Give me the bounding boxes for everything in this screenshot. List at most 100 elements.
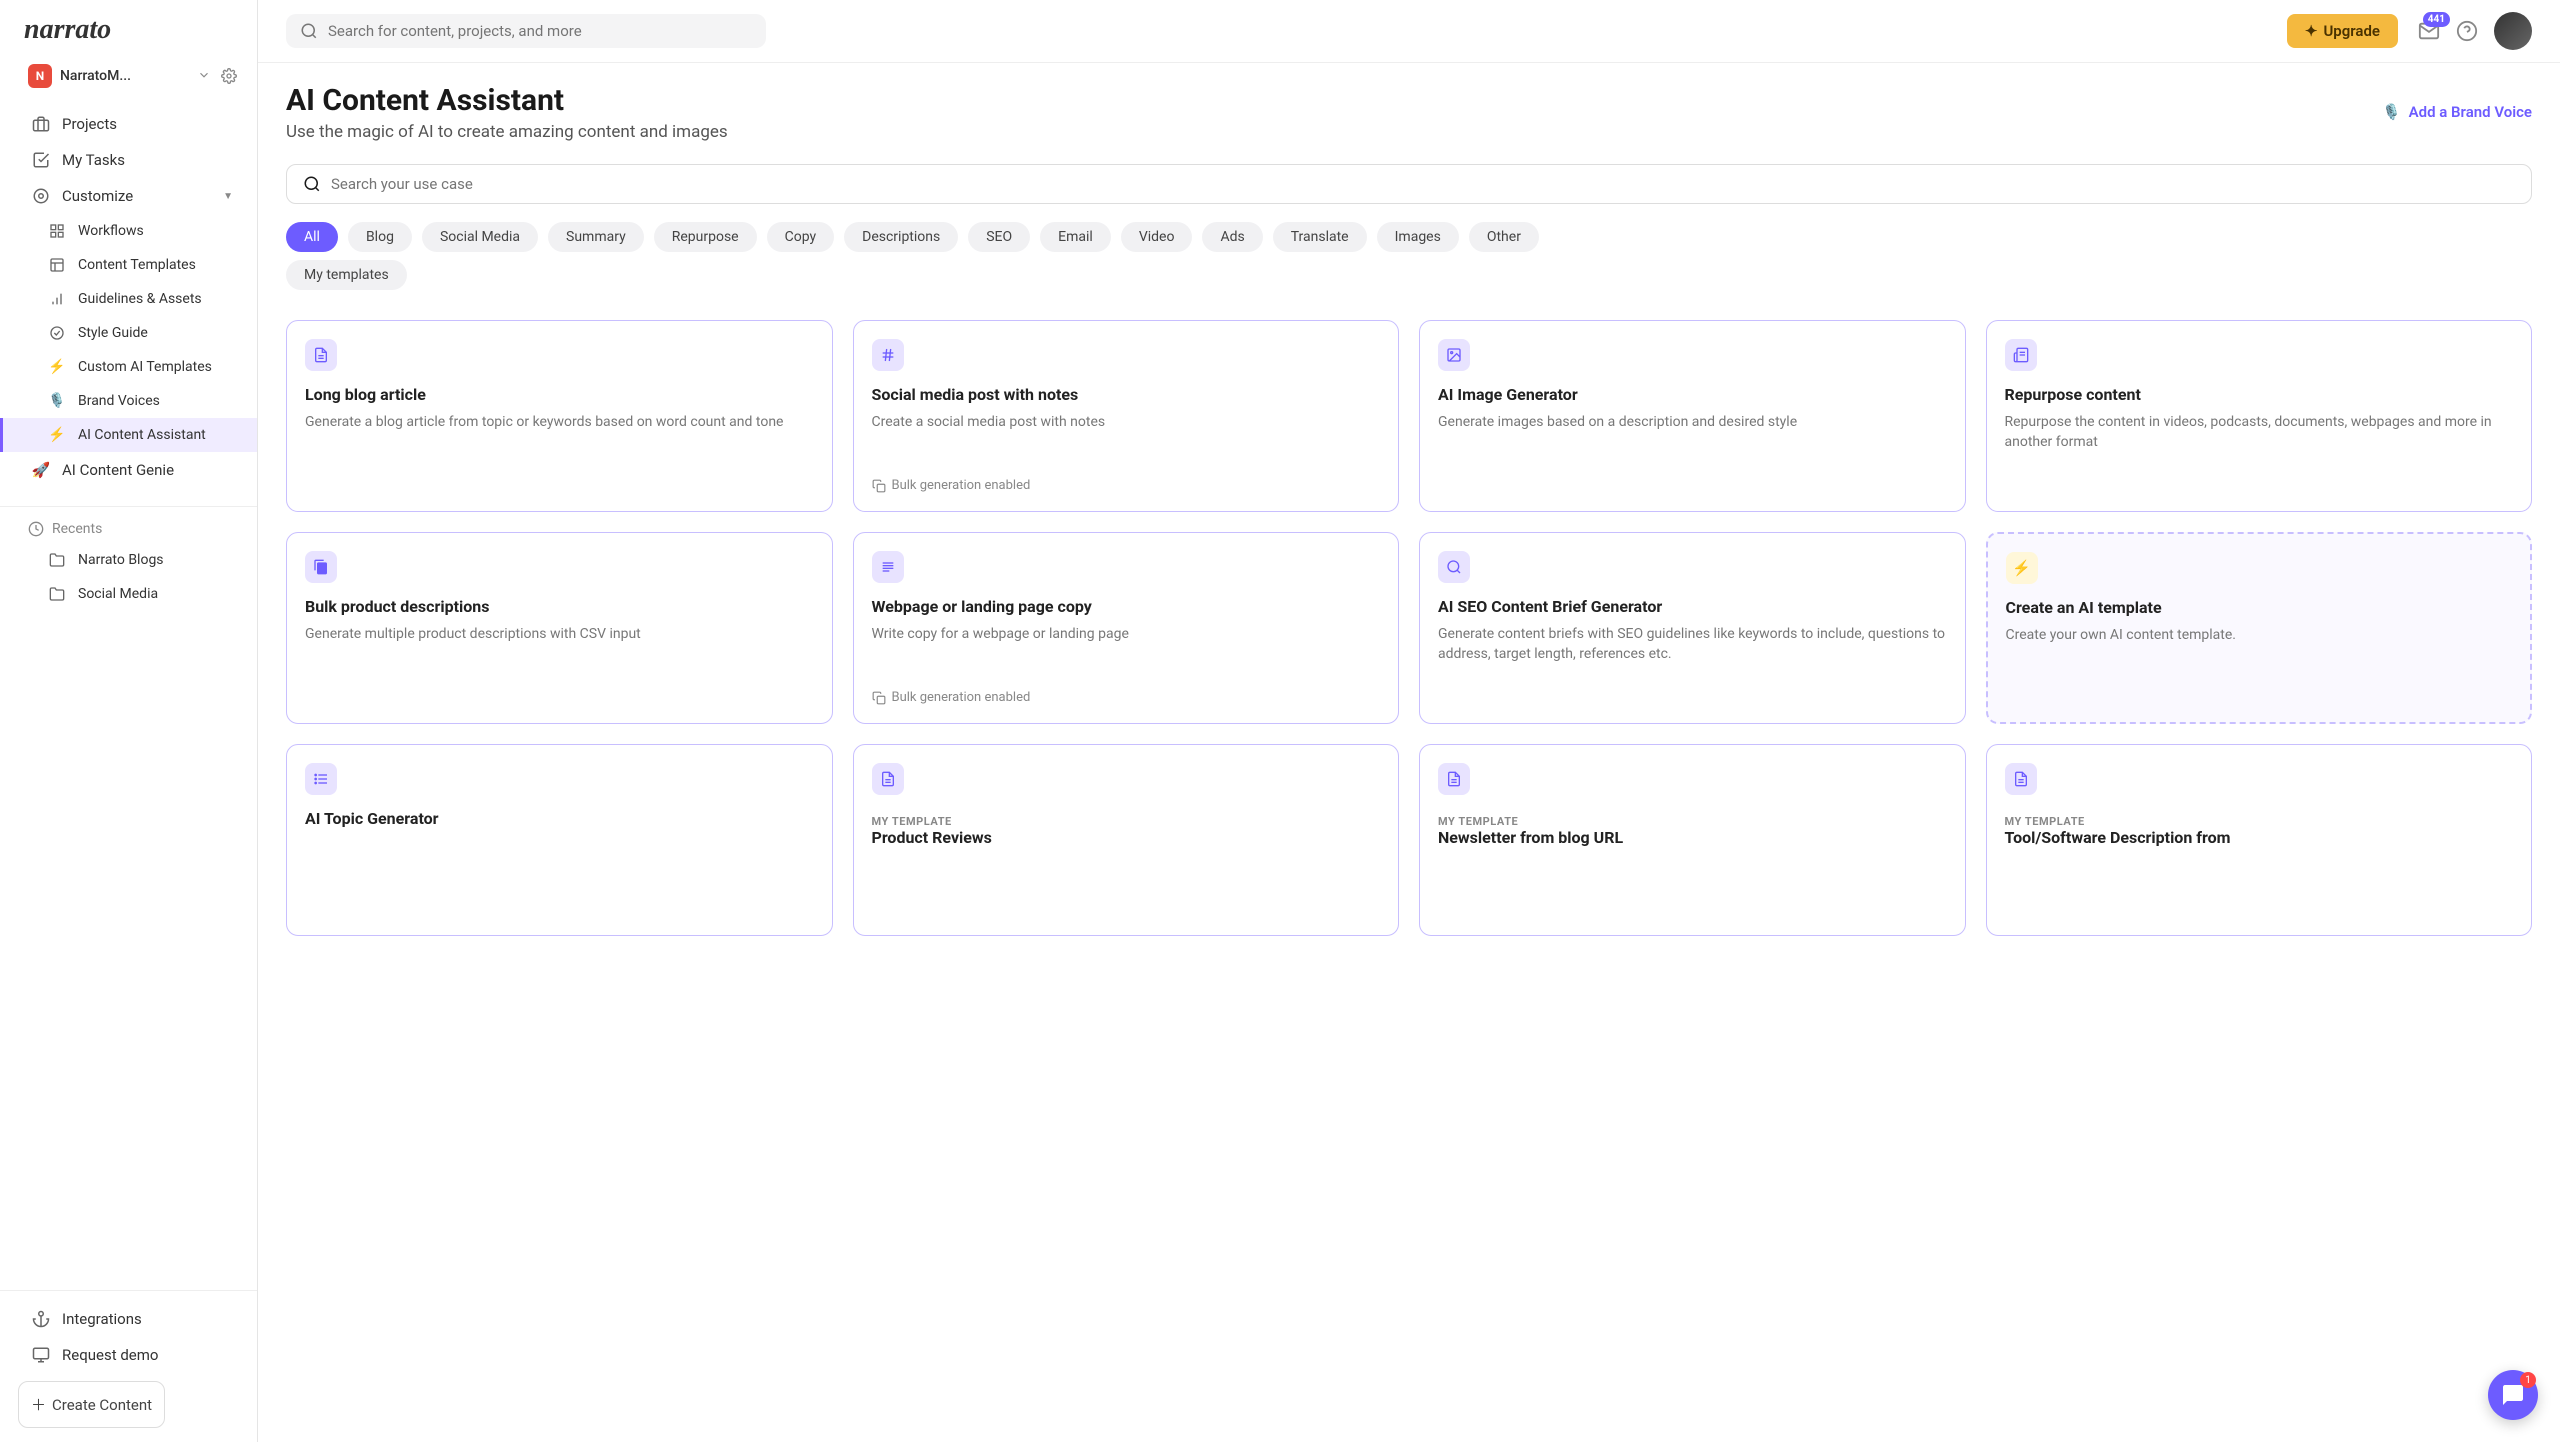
nav-projects[interactable]: Projects	[0, 106, 257, 142]
template-card[interactable]: Webpage or landing page copyWrite copy f…	[853, 532, 1400, 724]
sliders-icon	[32, 187, 50, 205]
workspace-name: NarratoM...	[60, 68, 189, 84]
inbox-button[interactable]: 441	[2418, 20, 2440, 42]
nav-guidelines[interactable]: Guidelines & Assets	[0, 282, 257, 316]
upgrade-button[interactable]: ✦Upgrade	[2287, 14, 2398, 48]
nav-custom-ai[interactable]: ⚡Custom AI Templates	[0, 350, 257, 384]
nav-request-demo[interactable]: Request demo	[0, 1337, 257, 1373]
card-title: Bulk product descriptions	[305, 597, 814, 616]
recents-heading: Recents	[0, 507, 257, 543]
gear-icon[interactable]	[221, 68, 237, 84]
filter-chip[interactable]: Images	[1377, 222, 1459, 252]
nav-integrations[interactable]: Integrations	[0, 1301, 257, 1337]
template-card[interactable]: Long blog articleGenerate a blog article…	[286, 320, 833, 512]
avatar[interactable]	[2494, 12, 2532, 50]
chart-icon	[48, 291, 66, 307]
page-title: AI Content Assistant	[286, 83, 728, 118]
chat-badge: 1	[2520, 1372, 2536, 1388]
chat-fab[interactable]: 1	[2488, 1370, 2538, 1420]
template-card[interactable]: AI SEO Content Brief Generator Generate c…	[1419, 532, 1966, 724]
document-icon	[2005, 763, 2037, 795]
nav-content-templates[interactable]: Content Templates	[0, 248, 257, 282]
plus-icon: ＋	[31, 1394, 46, 1415]
filter-chip[interactable]: Blog	[348, 222, 412, 252]
file-copy-icon	[305, 551, 337, 583]
help-button[interactable]	[2456, 20, 2478, 42]
my-template-tag: MY TEMPLATE	[2005, 815, 2514, 828]
magnify-icon	[1438, 551, 1470, 583]
recent-item[interactable]: Narrato Blogs	[0, 543, 257, 577]
nav-ai-assistant[interactable]: ⚡AI Content Assistant	[0, 418, 257, 452]
filter-chip[interactable]: Descriptions	[844, 222, 958, 252]
card-title: AI SEO Content Brief Generator	[1438, 597, 1947, 616]
template-card[interactable]: Social media post with notesCreate a soc…	[853, 320, 1400, 512]
card-title: Product Reviews	[872, 828, 1381, 847]
filter-chip[interactable]: All	[286, 222, 338, 252]
check-icon	[32, 151, 50, 169]
card-footer: Bulk generation enabled	[872, 690, 1381, 705]
document-icon	[1438, 763, 1470, 795]
search-icon	[303, 175, 321, 193]
search-icon	[300, 22, 318, 40]
card-desc: Generate content briefs with SEO guideli…	[1438, 624, 1947, 665]
chip-my-templates[interactable]: My templates	[286, 260, 407, 290]
card-desc: Create your own AI content template.	[2006, 625, 2513, 645]
sidebar-nav: Projects My Tasks Customize▼ Workflows C…	[0, 102, 257, 1290]
nav-workflows[interactable]: Workflows	[0, 214, 257, 248]
filter-chip[interactable]: Ads	[1202, 222, 1262, 252]
card-title: Webpage or landing page copy	[872, 597, 1381, 616]
filter-chip[interactable]: Social Media	[422, 222, 538, 252]
card-title: Social media post with notes	[872, 385, 1381, 404]
logo: narrato	[0, 0, 257, 56]
filter-chip[interactable]: Video	[1121, 222, 1193, 252]
chevron-down-icon[interactable]	[197, 68, 211, 84]
template-card[interactable]: MY TEMPLATEProduct Reviews	[853, 744, 1400, 936]
nav-ai-genie[interactable]: 🚀AI Content Genie	[0, 452, 257, 488]
template-card[interactable]: AI Image GeneratorGenerate images based …	[1419, 320, 1966, 512]
use-case-search[interactable]	[286, 164, 2532, 204]
template-card[interactable]: Repurpose contentRepurpose the content i…	[1986, 320, 2533, 512]
workspace-badge: N	[28, 64, 52, 88]
template-card[interactable]: MY TEMPLATETool/Software Description fro…	[1986, 744, 2533, 936]
nav-my-tasks[interactable]: My Tasks	[0, 142, 257, 178]
use-case-search-input[interactable]	[331, 175, 2515, 193]
recent-item[interactable]: Social Media	[0, 577, 257, 611]
filter-chip[interactable]: Email	[1040, 222, 1111, 252]
filter-chip[interactable]: Other	[1469, 222, 1539, 252]
filter-chip[interactable]: Summary	[548, 222, 644, 252]
filter-chip[interactable]: Repurpose	[654, 222, 757, 252]
monitor-icon	[32, 1346, 50, 1364]
filter-chip[interactable]: Translate	[1273, 222, 1367, 252]
template-card[interactable]: MY TEMPLATENewsletter from blog URL	[1419, 744, 1966, 936]
workspace-switcher[interactable]: N NarratoM...	[0, 56, 257, 102]
card-title: Newsletter from blog URL	[1438, 828, 1947, 847]
page-subtitle: Use the magic of AI to create amazing co…	[286, 122, 728, 142]
template-card[interactable]: ⚡Create an AI templateCreate your own AI…	[1986, 532, 2533, 724]
card-desc: Generate images based on a description a…	[1438, 412, 1947, 432]
badge-check-icon	[48, 325, 66, 341]
card-desc: Repurpose the content in videos, podcast…	[2005, 412, 2514, 453]
filter-chip[interactable]: Copy	[767, 222, 835, 252]
folder-icon	[48, 552, 66, 568]
mic-icon: 🎙️	[48, 393, 66, 409]
global-search-input[interactable]	[328, 22, 752, 40]
create-content-button[interactable]: ＋Create Content	[18, 1381, 165, 1428]
plug-icon	[32, 1310, 50, 1328]
nav-customize[interactable]: Customize▼	[0, 178, 257, 214]
global-search[interactable]	[286, 14, 766, 48]
filter-chip[interactable]: SEO	[968, 222, 1030, 252]
card-title: Create an AI template	[2006, 598, 2513, 617]
my-template-tag: MY TEMPLATE	[872, 815, 1381, 828]
document-icon	[872, 763, 904, 795]
briefcase-icon	[32, 115, 50, 133]
rocket-icon: 🚀	[32, 461, 50, 479]
template-card[interactable]: Bulk product descriptionsGenerate multip…	[286, 532, 833, 724]
document-icon	[305, 339, 337, 371]
nav-brand-voices[interactable]: 🎙️Brand Voices	[0, 384, 257, 418]
add-brand-voice-button[interactable]: 🎙️Add a Brand Voice	[2382, 103, 2532, 121]
template-card[interactable]: AI Topic Generator	[286, 744, 833, 936]
news-icon	[2005, 339, 2037, 371]
workflow-icon	[48, 223, 66, 239]
image-icon	[1438, 339, 1470, 371]
nav-style-guide[interactable]: Style Guide	[0, 316, 257, 350]
